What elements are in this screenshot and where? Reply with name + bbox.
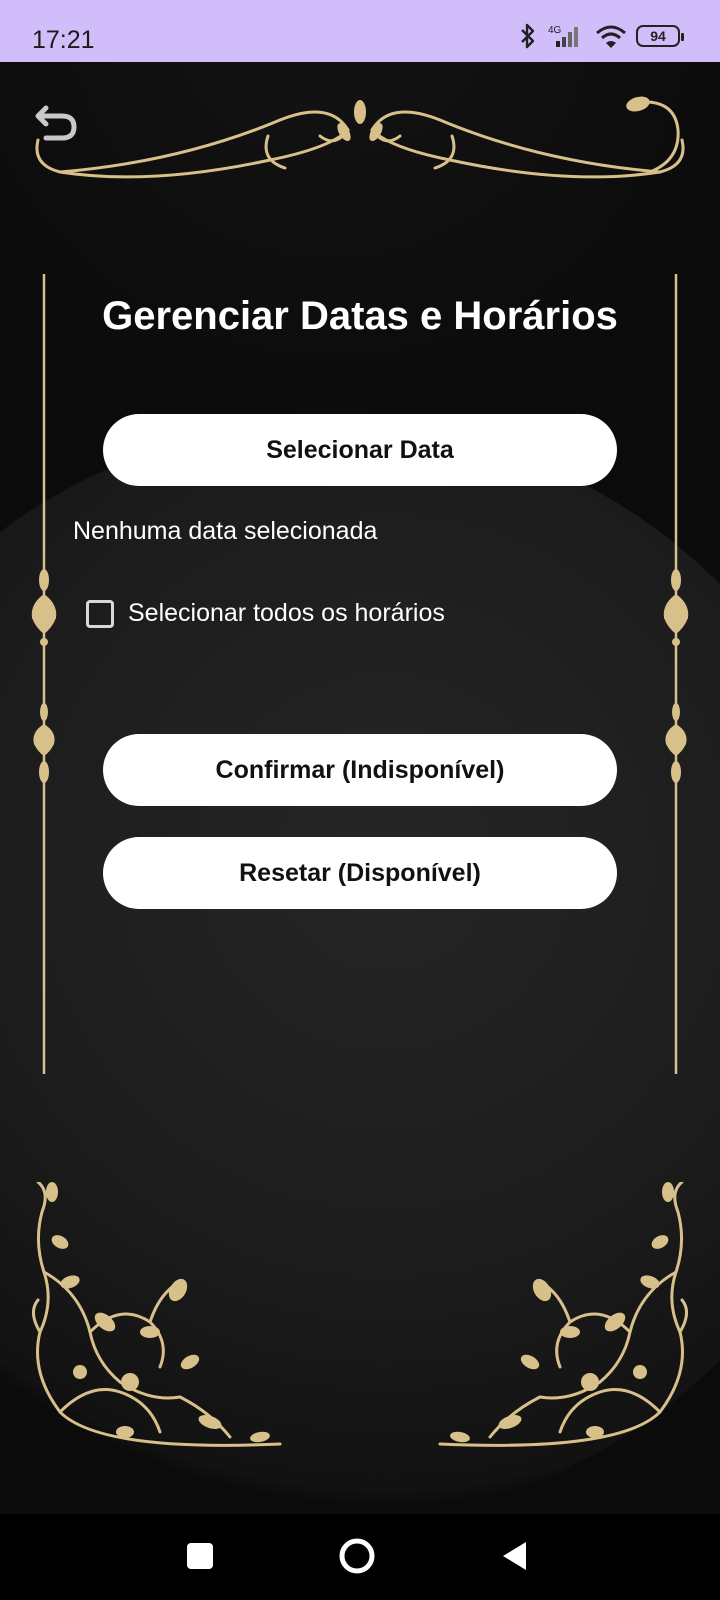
battery-icon: 94 xyxy=(636,25,684,47)
bottom-right-floral-ornament xyxy=(438,1182,688,1447)
signal-icon: 4G xyxy=(548,25,578,47)
svg-text:4G: 4G xyxy=(548,25,562,36)
page-title: Gerenciar Datas e Horários xyxy=(102,294,618,338)
select-all-checkbox[interactable] xyxy=(86,599,114,628)
recents-button[interactable] xyxy=(176,1532,224,1580)
bluetooth-icon xyxy=(521,23,535,49)
select-all-label: Selecionar todos os horários xyxy=(128,599,445,627)
selected-date-text: Nenhuma data selecionada xyxy=(73,517,378,545)
home-button[interactable] xyxy=(333,1532,381,1580)
wifi-icon xyxy=(596,25,626,48)
app-area: Gerenciar Datas e Horários Selecionar Da… xyxy=(0,62,720,1514)
select-date-button[interactable]: Selecionar Data xyxy=(103,414,617,486)
top-flourish-ornament xyxy=(35,96,685,179)
screen: 17:21 4G 94 Gerenciar Datas e Horários S… xyxy=(0,0,720,1600)
back-button[interactable] xyxy=(32,96,80,144)
left-border-ornament xyxy=(31,274,57,1074)
confirm-unavailable-button[interactable]: Confirmar (Indisponível) xyxy=(103,734,617,806)
system-back-button[interactable] xyxy=(491,1532,539,1580)
status-icons: 4G 94 xyxy=(518,22,684,50)
reset-available-button[interactable]: Resetar (Disponível) xyxy=(103,837,617,909)
select-all-times-row[interactable]: Selecionar todos os horários xyxy=(86,599,445,628)
recents-icon xyxy=(187,1543,213,1569)
home-icon xyxy=(339,1538,375,1574)
right-border-ornament xyxy=(663,274,689,1074)
navigation-bar xyxy=(0,1514,720,1600)
battery-level: 94 xyxy=(650,28,666,44)
bottom-left-floral-ornament xyxy=(32,1182,282,1447)
status-time: 17:21 xyxy=(32,26,95,54)
status-bar: 17:21 4G 94 xyxy=(0,0,720,62)
back-icon xyxy=(503,1542,526,1570)
